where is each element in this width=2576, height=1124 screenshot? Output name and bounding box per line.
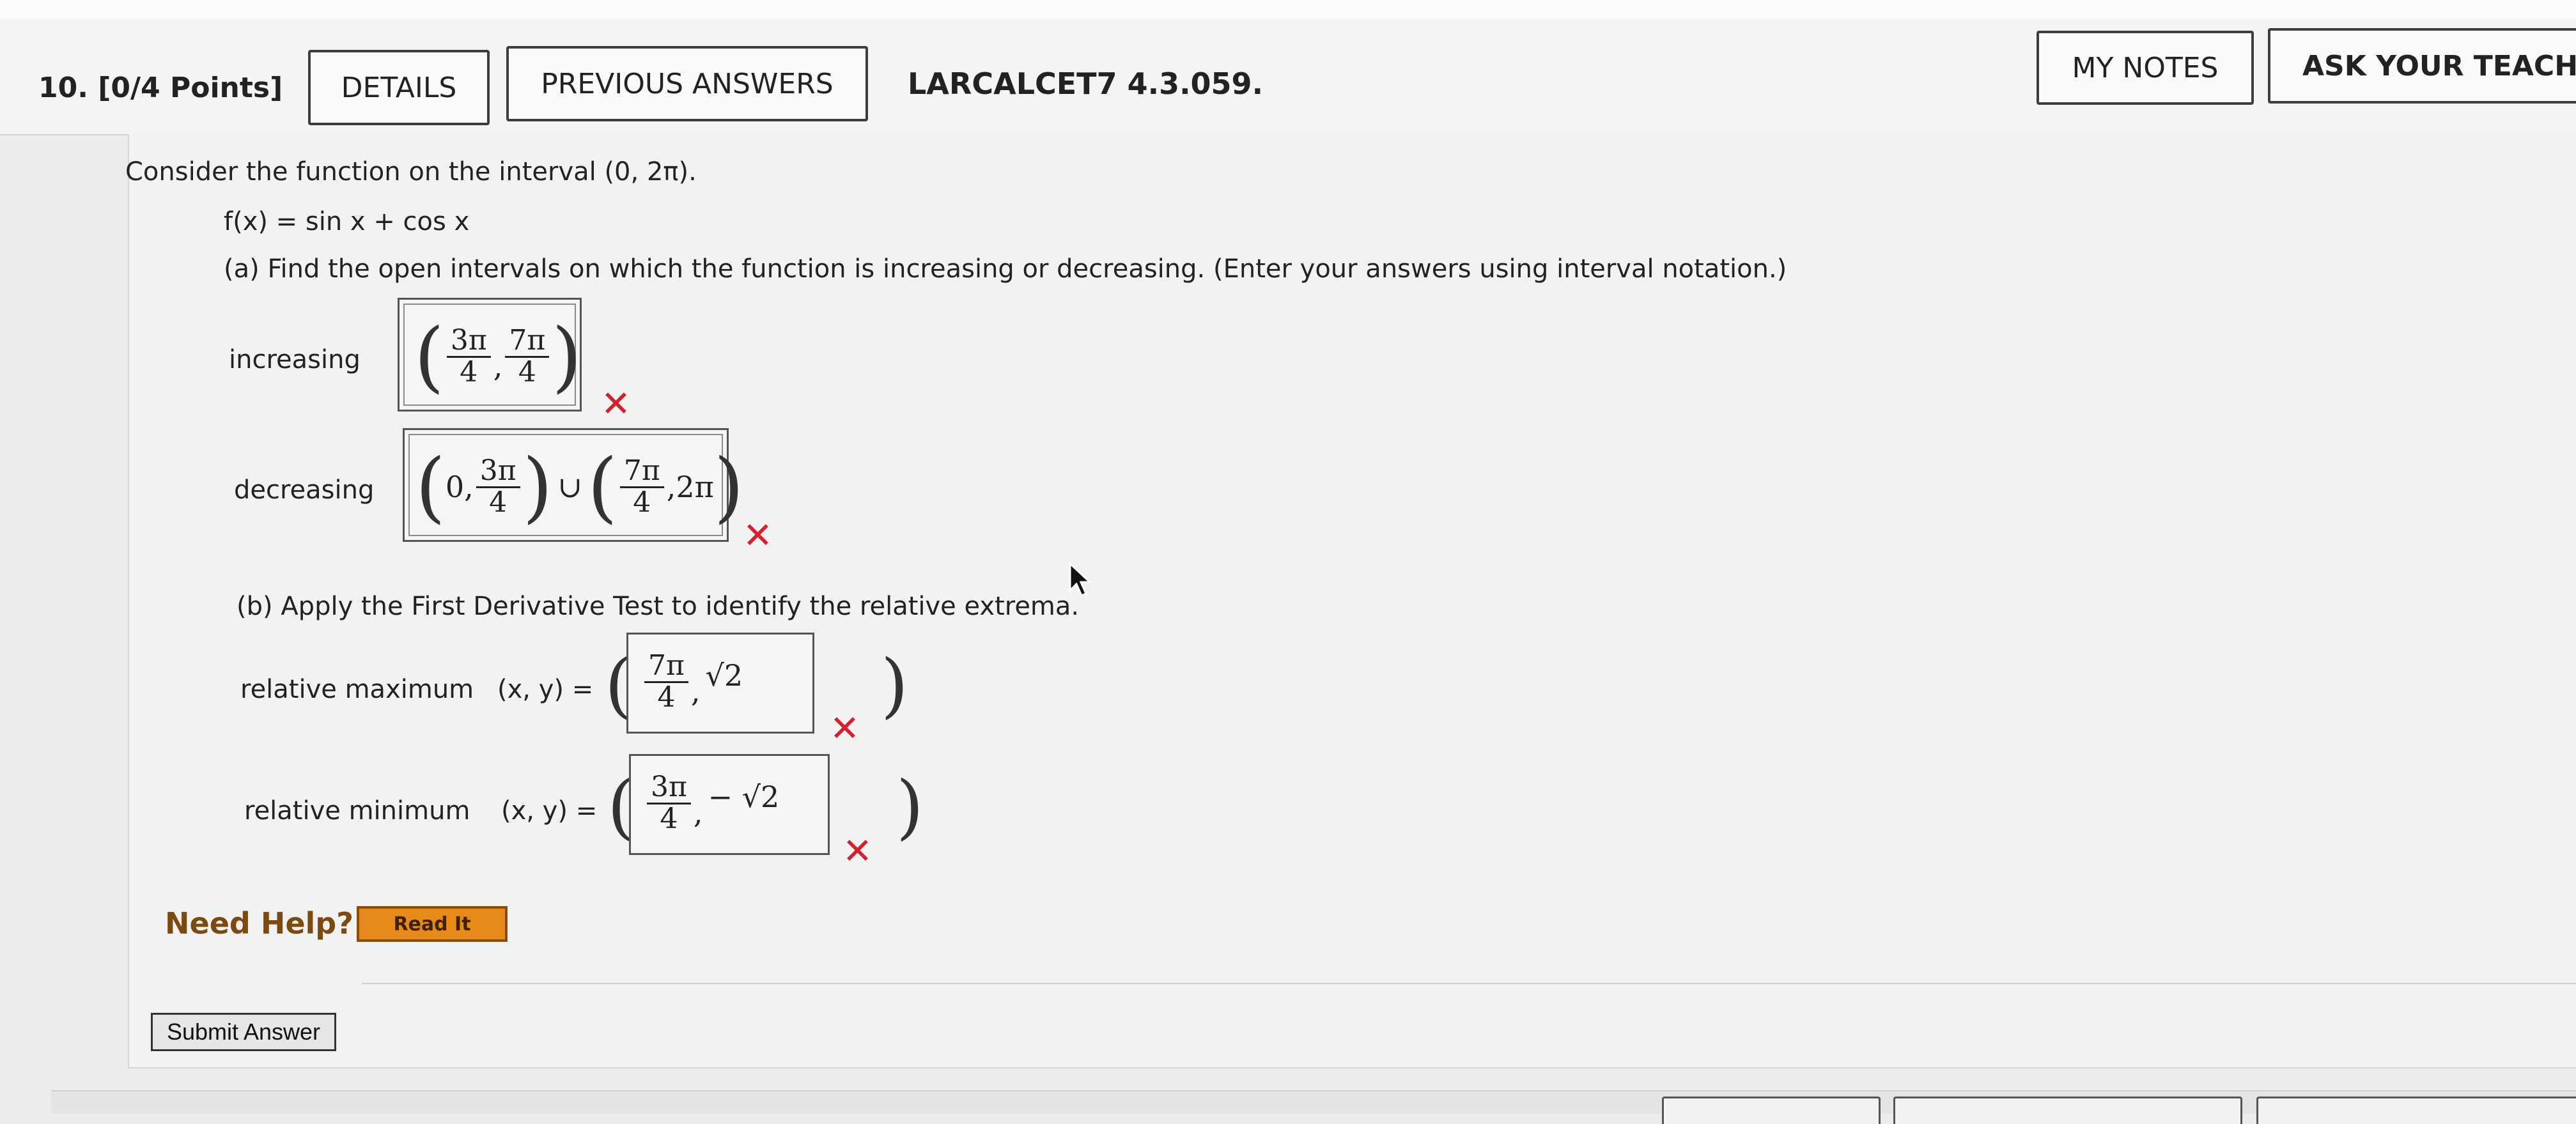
decreasing-p2-end: ,2π [666, 470, 714, 504]
details-label: DETAILS [341, 71, 457, 104]
increasing-end-fraction: 7π 4 [505, 326, 550, 389]
decreasing-p2-open-paren: ( [587, 442, 617, 532]
ask-teacher-button[interactable]: ASK YOUR TEACHER [2268, 28, 2576, 104]
rel-max-separator: , [690, 674, 701, 709]
rel-max-x-num: 7π [644, 651, 688, 683]
read-it-label: Read It [393, 912, 471, 935]
rel-min-separator: , [693, 796, 703, 830]
increasing-open-paren: ( [414, 312, 444, 401]
decreasing-p1-den: 4 [489, 486, 508, 519]
decreasing-p1-open-paren: ( [415, 442, 446, 532]
decreasing-incorrect-icon: ✕ [743, 515, 773, 557]
rel-min-close-paren: ) [896, 766, 924, 847]
intro-text: Consider the function on the interval (0… [125, 157, 697, 187]
submit-answer-label: Submit Answer [166, 1019, 321, 1045]
rel-max-incorrect-icon: ✕ [830, 708, 860, 750]
part-b-prompt: (b) Apply the First Derivative Test to i… [237, 592, 1080, 621]
decreasing-p2-fraction: 7π 4 [619, 456, 664, 519]
increasing-close-paren: ) [552, 312, 582, 401]
top-strip [0, 0, 2576, 19]
decreasing-label: decreasing [234, 475, 375, 505]
rel-max-label: relative maximum [240, 675, 474, 704]
need-help-label: Need Help? [165, 906, 353, 941]
increasing-start-den: 4 [460, 355, 478, 389]
increasing-label: increasing [229, 345, 361, 374]
next-question-button-3[interactable] [2256, 1097, 2576, 1124]
rel-max-xy-label: (x, y) = [497, 675, 594, 704]
increasing-start-num: 3π [446, 326, 491, 358]
previous-answers-label: PREVIOUS ANSWERS [541, 67, 834, 100]
rel-max-x-den: 4 [657, 681, 676, 714]
increasing-end-den: 4 [518, 355, 536, 389]
decreasing-p1-fraction: 3π 4 [476, 456, 520, 517]
my-notes-label: MY NOTES [2072, 51, 2219, 84]
details-button[interactable]: DETAILS [308, 50, 490, 125]
rel-min-incorrect-icon: ✕ [842, 831, 873, 872]
rel-max-x-fraction: 7π 4 [644, 651, 688, 712]
decreasing-p1-close-paren: ) [522, 442, 553, 532]
increasing-end-num: 7π [505, 326, 550, 358]
part-a-prompt: (a) Find the open intervals on which the… [224, 254, 1787, 284]
rel-min-answer: 3π 4 , − √2 [644, 762, 779, 845]
mouse-cursor-icon [1069, 561, 1094, 603]
my-notes-button[interactable]: MY NOTES [2037, 31, 2254, 105]
rel-max-answer: 7π 4 , √2 [642, 640, 743, 723]
answer-divider [362, 983, 2576, 984]
rel-max-y: √2 [705, 658, 743, 693]
previous-answers-button[interactable]: PREVIOUS ANSWERS [506, 46, 868, 121]
rel-min-x-den: 4 [660, 802, 678, 835]
decreasing-p1-num: 3π [476, 456, 520, 488]
rel-min-x-fraction: 3π 4 [647, 773, 691, 833]
next-question-button-1[interactable] [1662, 1097, 1881, 1124]
increasing-answer: ( 3π 4 , 7π 4 ) [414, 312, 582, 401]
rel-min-x-num: 3π [647, 773, 691, 805]
ask-teacher-label: ASK YOUR TEACHER [2302, 49, 2576, 82]
question-number-points: 10. [0/4 Points] [38, 72, 283, 104]
decreasing-p2-den: 4 [633, 486, 651, 519]
increasing-separator: , [493, 349, 503, 383]
rel-min-label: relative minimum [244, 796, 470, 826]
increasing-start-fraction: 3π 4 [446, 326, 491, 389]
function-definition: f(x) = sin x + cos x [224, 207, 470, 236]
next-question-button-2[interactable] [1893, 1097, 2242, 1124]
problem-code: LARCALCET7 4.3.059. [908, 66, 1264, 101]
rel-min-y: − √2 [708, 780, 780, 814]
decreasing-answer: ( 0, 3π 4 ) ∪ ( 7π 4 ,2π ) [415, 442, 744, 532]
rel-max-close-paren: ) [881, 644, 908, 726]
decreasing-p2-num: 7π [619, 456, 664, 488]
read-it-button[interactable]: Read It [357, 906, 508, 942]
increasing-incorrect-icon: ✕ [601, 383, 631, 425]
decreasing-p1-start: 0, [445, 470, 474, 504]
rel-min-xy-label: (x, y) = [501, 796, 598, 826]
submit-answer-button[interactable]: Submit Answer [151, 1013, 336, 1051]
decreasing-union-symbol: ∪ [557, 470, 583, 504]
decreasing-p2-close-paren: ) [713, 442, 744, 532]
